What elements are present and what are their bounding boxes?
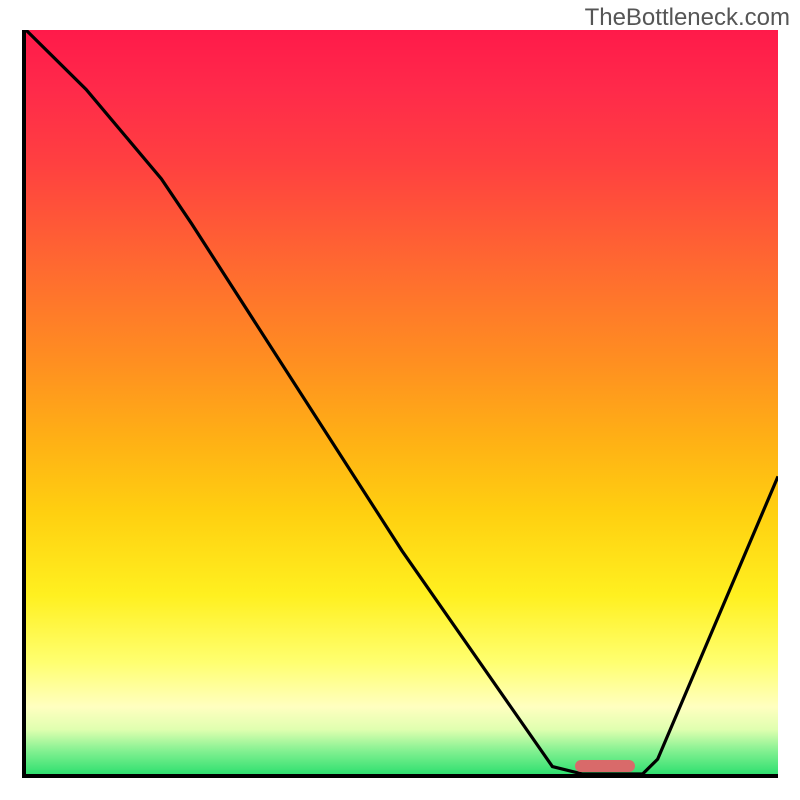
watermark-text: TheBottleneck.com bbox=[585, 4, 790, 32]
plot-area bbox=[22, 30, 778, 778]
bottleneck-curve-path bbox=[26, 30, 778, 774]
optimal-region-marker bbox=[575, 760, 635, 772]
curve-svg bbox=[26, 30, 778, 774]
bottleneck-chart: TheBottleneck.com bbox=[0, 0, 800, 800]
